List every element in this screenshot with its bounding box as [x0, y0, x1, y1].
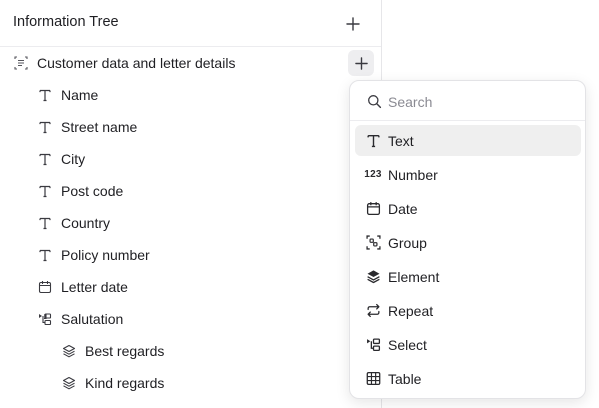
tree-row-label: Post code — [61, 183, 124, 199]
menu-item-label: Table — [388, 371, 422, 387]
tree-row-label: Letter date — [61, 279, 128, 295]
tree-row-option[interactable]: Kind regards — [0, 368, 381, 398]
table-icon — [364, 370, 382, 387]
panel-header: Information Tree — [0, 0, 381, 47]
tree-row-option[interactable]: Best regards — [0, 336, 381, 366]
tree-row-label: Country — [61, 215, 111, 231]
menu-item-label: Element — [388, 269, 440, 285]
menu-item-label: Number — [388, 167, 438, 183]
search-icon — [367, 94, 383, 110]
repeat-icon — [364, 302, 382, 319]
menu-item-label: Repeat — [388, 303, 434, 319]
group-icon — [13, 55, 29, 71]
layers-icon — [61, 343, 77, 359]
tree-row-root[interactable]: Customer data and letter details — [0, 48, 381, 78]
tree-row-field[interactable]: Policy number — [0, 240, 381, 270]
tree-row-field[interactable]: Letter date — [0, 272, 381, 302]
menu-item-date[interactable]: Date — [355, 193, 581, 224]
text-icon — [37, 119, 53, 135]
menu-item-label: Date — [388, 201, 418, 217]
text-icon — [37, 215, 53, 231]
menu-item-label: Text — [388, 133, 414, 149]
text-icon — [37, 151, 53, 167]
tree-row-field[interactable]: City — [0, 144, 381, 174]
tree-row-field[interactable]: Street name — [0, 112, 381, 142]
text-icon — [364, 132, 382, 149]
menu-item-repeat[interactable]: Repeat — [355, 295, 581, 326]
text-icon — [37, 183, 53, 199]
tree-row-label: Kind regards — [85, 375, 165, 391]
add-child-button[interactable] — [348, 50, 374, 76]
calendar-icon — [364, 200, 382, 217]
select-icon — [37, 311, 53, 327]
select-icon — [364, 336, 382, 353]
menu-item-table[interactable]: Table — [355, 363, 581, 394]
tree-row-label: Best regards — [85, 343, 165, 359]
plus-icon — [354, 56, 368, 70]
tree-row-field[interactable]: Salutation — [0, 304, 381, 334]
layers-filled-icon — [364, 268, 382, 285]
tree-row-label: Street name — [61, 119, 138, 135]
group-icon — [364, 234, 382, 251]
add-root-button[interactable] — [341, 12, 365, 36]
panel-title: Information Tree — [13, 14, 119, 30]
layers-icon — [61, 375, 77, 391]
text-icon — [37, 87, 53, 103]
tree-row-label: Name — [61, 87, 99, 103]
text-icon — [37, 247, 53, 263]
tree-row-label: Policy number — [61, 247, 150, 263]
menu-item-number[interactable]: 123 Number — [355, 159, 581, 190]
menu-item-group[interactable]: Group — [355, 227, 581, 258]
dropdown-search — [350, 81, 585, 121]
tree-row-field[interactable]: Country — [0, 208, 381, 238]
menu-item-label: Group — [388, 235, 427, 251]
tree-row-field[interactable]: Name — [0, 80, 381, 110]
menu-item-label: Select — [388, 337, 427, 353]
menu-item-element[interactable]: Element — [355, 261, 581, 292]
plus-icon — [346, 17, 360, 31]
search-input[interactable] — [388, 91, 568, 113]
number-icon: 123 — [364, 169, 382, 180]
tree-row-field[interactable]: Post code — [0, 176, 381, 206]
information-tree-panel: Information Tree Customer data and lette… — [0, 0, 382, 408]
menu-item-select[interactable]: Select — [355, 329, 581, 360]
add-type-dropdown: Text 123 Number Date Group Element Repea… — [349, 80, 586, 399]
calendar-icon — [37, 279, 53, 295]
menu-item-text[interactable]: Text — [355, 125, 581, 156]
tree-row-label: Salutation — [61, 311, 124, 327]
tree-row-label: City — [61, 151, 86, 167]
tree-row-label: Customer data and letter details — [37, 55, 236, 71]
